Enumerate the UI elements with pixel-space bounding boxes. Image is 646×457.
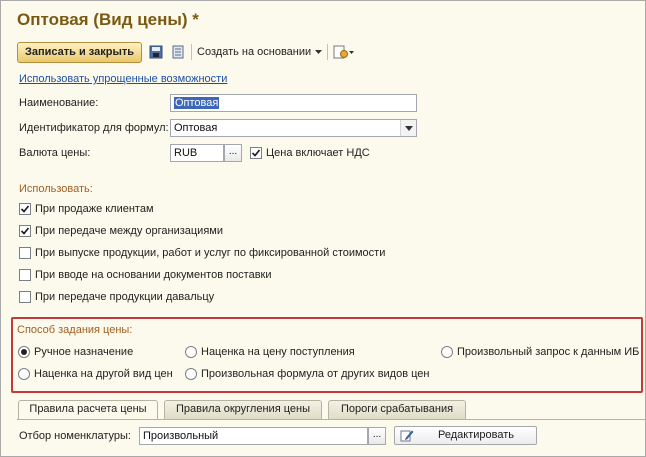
tab-price-calc-rules[interactable]: Правила расчета цены [18,400,158,420]
price-method-title: Способ задания цены: [17,324,133,336]
tab-price-rounding-rules[interactable]: Правила округления цены [164,400,322,419]
create-based-on-button[interactable]: Создать на основании [197,46,311,58]
toolbar: Записать и закрыть Создать на основании [17,41,355,63]
tab-trigger-thresholds[interactable]: Пороги срабатывания [328,400,466,419]
use-checkbox[interactable] [19,247,31,259]
formula-id-value: Оптовая [174,122,218,134]
chevron-down-icon[interactable] [314,44,322,60]
currency-label: Валюта цены: [19,147,91,159]
vat-label: Цена включает НДС [266,147,370,159]
report-icon[interactable] [333,44,355,60]
name-value: Оптовая [174,97,220,109]
tab-divider [17,419,645,420]
price-method-option-label: Наценка на цену поступления [201,346,355,358]
save-and-close-button[interactable]: Записать и закрыть [17,41,143,63]
price-method-radio[interactable] [185,346,197,358]
use-checkbox[interactable] [19,203,31,215]
chevron-down-icon[interactable] [400,120,416,136]
name-label: Наименование: [19,97,99,109]
price-method-radio[interactable] [18,346,30,358]
edit-filter-button[interactable]: Редактировать [394,426,537,445]
price-method-radio[interactable] [18,368,30,380]
toolbar-separator [191,44,193,60]
use-section-title: Использовать: [19,183,93,195]
item-filter-value: Произвольный [143,430,219,442]
name-field[interactable]: Оптовая [170,94,417,112]
radio-selected-dot [21,349,27,355]
use-item-label: При выпуске продукции, работ и услуг по … [35,247,386,259]
edit-filter-label: Редактировать [438,429,514,441]
use-checkbox[interactable] [19,269,31,281]
use-simplified-link[interactable]: Использовать упрощенные возможности [19,73,227,85]
formula-id-label: Идентификатор для формул: [19,122,169,134]
list-icon[interactable] [170,44,186,60]
use-item-label: При передаче между организациями [35,225,223,237]
vat-checkbox[interactable] [250,147,262,159]
currency-select-button[interactable]: ... [224,144,242,162]
price-method-radio[interactable] [441,346,453,358]
price-method-option-label: Произвольная формула от других видов цен [201,368,430,380]
price-method-radio[interactable] [185,368,197,380]
item-filter-select-button[interactable]: ... [368,427,386,445]
edit-icon [400,429,414,448]
window-title: Оптовая (Вид цены) * [17,10,199,29]
use-checkbox[interactable] [19,291,31,303]
price-method-option-label: Ручное назначение [34,346,134,358]
form-window: Оптовая (Вид цены) * Записать и закрыть … [0,0,646,457]
formula-id-select[interactable]: Оптовая [170,119,417,137]
use-checkbox[interactable] [19,225,31,237]
currency-value: RUB [174,147,198,159]
use-item-label: При продаже клиентам [35,203,154,215]
price-method-option-label: Наценка на другой вид цен [34,368,173,380]
save-icon[interactable] [148,44,164,60]
use-item-label: При передаче продукции давальцу [35,291,215,303]
item-filter-label: Отбор номенклатуры: [19,430,131,442]
price-method-option-label: Произвольный запрос к данным ИБ [457,346,640,358]
item-filter-field[interactable]: Произвольный [139,427,368,445]
toolbar-separator [327,44,329,60]
currency-field[interactable]: RUB [170,144,224,162]
use-item-label: При вводе на основании документов постав… [35,269,272,281]
